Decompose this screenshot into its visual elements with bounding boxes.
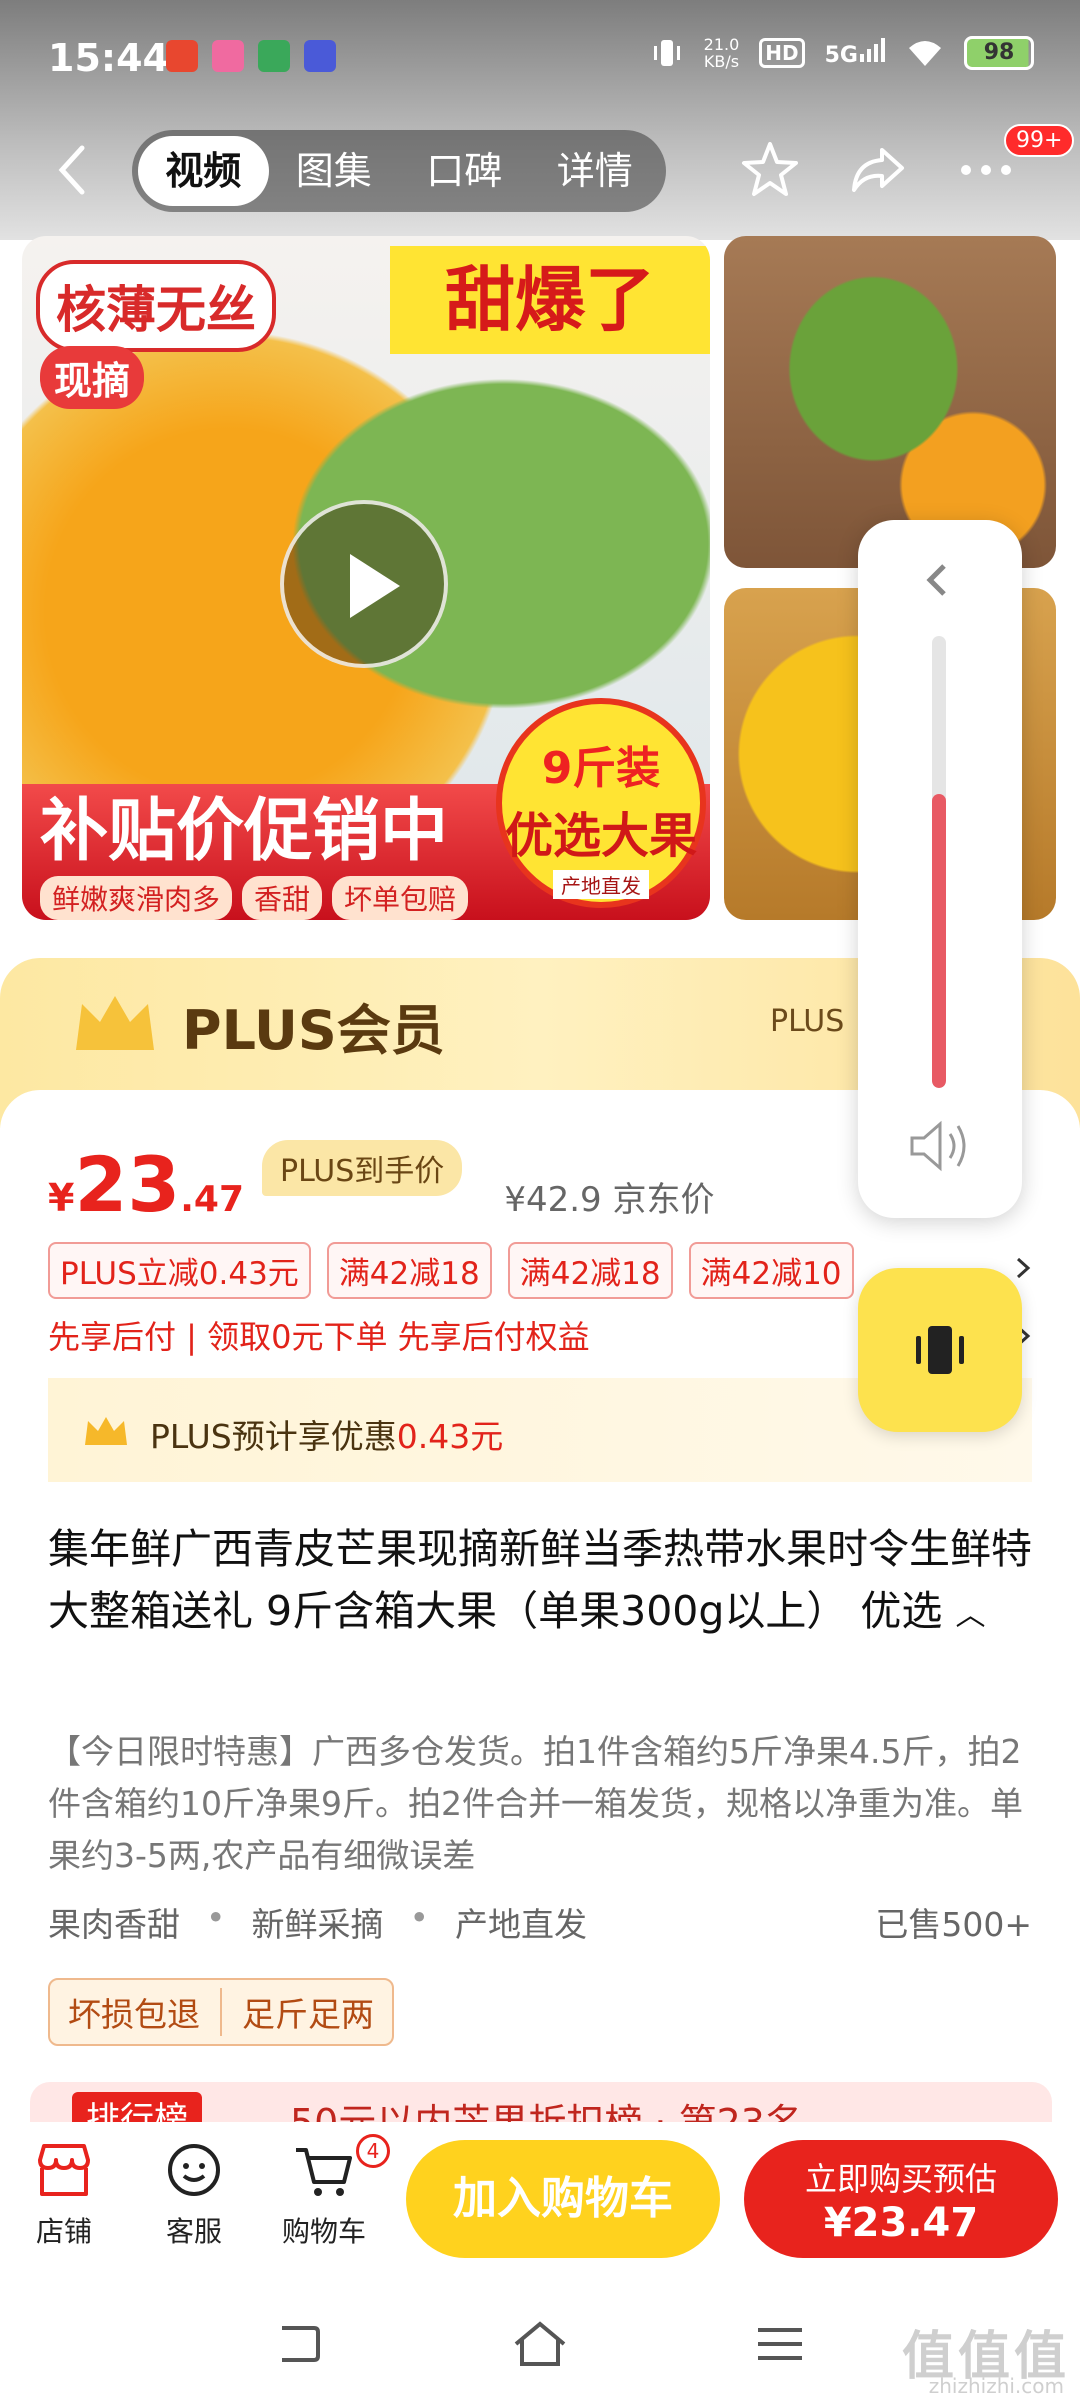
image-headline: 甜爆了 (390, 246, 710, 354)
speaker-icon[interactable] (906, 1116, 976, 1176)
back-nav-icon[interactable] (272, 2320, 324, 2368)
promo-chip: 鲜嫩爽滑肉多 (40, 876, 233, 920)
price-row: ¥ 23 .47 PLUS到手价 ¥42.9 京东价 (48, 1140, 715, 1229)
coupon-chip[interactable]: 满42减18 (507, 1242, 673, 1299)
tab-details[interactable]: 详情 (530, 136, 661, 206)
home-nav-icon[interactable] (512, 2320, 568, 2368)
coupon-chip[interactable]: 满42减10 (688, 1242, 854, 1299)
crown-icon (76, 996, 154, 1050)
crown-icon (85, 1417, 127, 1445)
guarantee-tags[interactable]: 坏损包退 足斤足两 (48, 1978, 394, 2046)
shop-button[interactable]: 店铺 (4, 2140, 124, 2250)
buy-now-button[interactable]: 立即购买预估 ¥23.47 (744, 2140, 1058, 2258)
customer-service-button[interactable]: 客服 (134, 2140, 254, 2250)
watermark-url: zhizhizhi.com (928, 2374, 1064, 2398)
notification-badge: 99+ (1004, 124, 1075, 157)
price-decimal: .47 (180, 1179, 244, 1220)
tab-video[interactable]: 视频 (138, 136, 269, 206)
product-features: 果肉香甜 • 新鲜采摘 • 产地直发 已售500+ (48, 1898, 1032, 1944)
app-notify-icon (212, 40, 244, 72)
customer-service-icon (168, 2144, 220, 2196)
coupon-list[interactable]: PLUS立减0.43元 满42减18 满42减18 满42减10 (48, 1242, 854, 1299)
tab-gallery[interactable]: 图集 (269, 136, 400, 206)
add-to-cart-button[interactable]: 加入购物车 (406, 2140, 720, 2258)
product-title: 集年鲜广西青皮芒果现摘新鲜当季热带水果时令生鲜特大整箱送礼 9斤含箱大果（单果3… (48, 1525, 1032, 1635)
coupon-chip[interactable]: 满42减18 (326, 1242, 492, 1299)
cart-button[interactable]: 4 购物车 (264, 2134, 390, 2250)
volume-slider[interactable] (932, 636, 946, 1088)
status-time: 15:44 (48, 36, 169, 80)
plus-member-link[interactable]: PLUS (770, 1004, 844, 1039)
back-icon[interactable] (54, 144, 90, 196)
product-main-image[interactable]: 核薄无丝 现摘 甜爆了 补贴价促销中 鲜嫩爽滑肉多 香甜 坏单包赔 9斤装 优选… (22, 236, 710, 920)
vibrate-toggle[interactable] (858, 1268, 1022, 1432)
network-speed: 21.0 KB/s (703, 35, 740, 71)
coupon-chip[interactable]: PLUS立减0.43元 (48, 1242, 311, 1299)
pay-later-offer[interactable]: 先享后付 | 领取0元下单 先享后付权益 (48, 1312, 590, 1358)
play-icon[interactable] (280, 500, 448, 668)
status-bar: 15:44 21.0 KB/s HD 5G 98 (0, 0, 1080, 110)
star-icon[interactable] (738, 138, 802, 202)
tab-reviews[interactable]: 口碑 (399, 136, 530, 206)
plus-member-title: PLUS会员 (182, 999, 445, 1062)
cart-icon (296, 2148, 352, 2196)
promo-chip: 香甜 (242, 876, 323, 920)
vibrate-icon (916, 1326, 964, 1374)
image-tag: 现摘 (40, 346, 145, 409)
price-integer: 23 (74, 1140, 181, 1229)
battery-icon: 98 (964, 36, 1034, 70)
sold-count: 已售500+ (875, 1905, 1032, 1944)
app-notify-icon (166, 40, 198, 72)
shop-icon (38, 2144, 90, 2196)
share-icon[interactable] (846, 138, 910, 202)
hd-indicator: HD (759, 38, 805, 68)
image-tag: 核薄无丝 (36, 260, 276, 352)
volume-level (932, 794, 946, 1088)
gallery-thumbnail[interactable] (724, 236, 1056, 568)
menu-nav-icon[interactable] (756, 2320, 804, 2368)
plus-price-tag: PLUS到手价 (262, 1140, 463, 1196)
spec-badge: 9斤装 优选大果 产地直发 (496, 698, 706, 908)
chevron-right-icon[interactable] (1014, 1256, 1032, 1280)
media-tabs: 视频 图集 口碑 详情 (132, 130, 666, 212)
chevron-left-icon[interactable] (920, 560, 954, 600)
volume-panel[interactable] (858, 520, 1022, 1218)
wifi-icon (909, 41, 941, 66)
original-price: ¥42.9 京东价 (504, 1180, 715, 1220)
cart-count-badge: 4 (356, 2134, 390, 2168)
product-description: 【今日限时特惠】广西多仓发货。拍1件含箱约5斤净果4.5斤，拍2件含箱约10斤净… (48, 1732, 1023, 1875)
chevron-up-icon[interactable]: ︿ (955, 1598, 985, 1633)
signal-5g-icon: 5G (825, 38, 886, 68)
promo-chip: 坏单包赔 (332, 876, 469, 920)
app-notify-icon (258, 40, 290, 72)
vibrate-mode-icon (653, 40, 680, 66)
app-notify-icon (304, 40, 336, 72)
